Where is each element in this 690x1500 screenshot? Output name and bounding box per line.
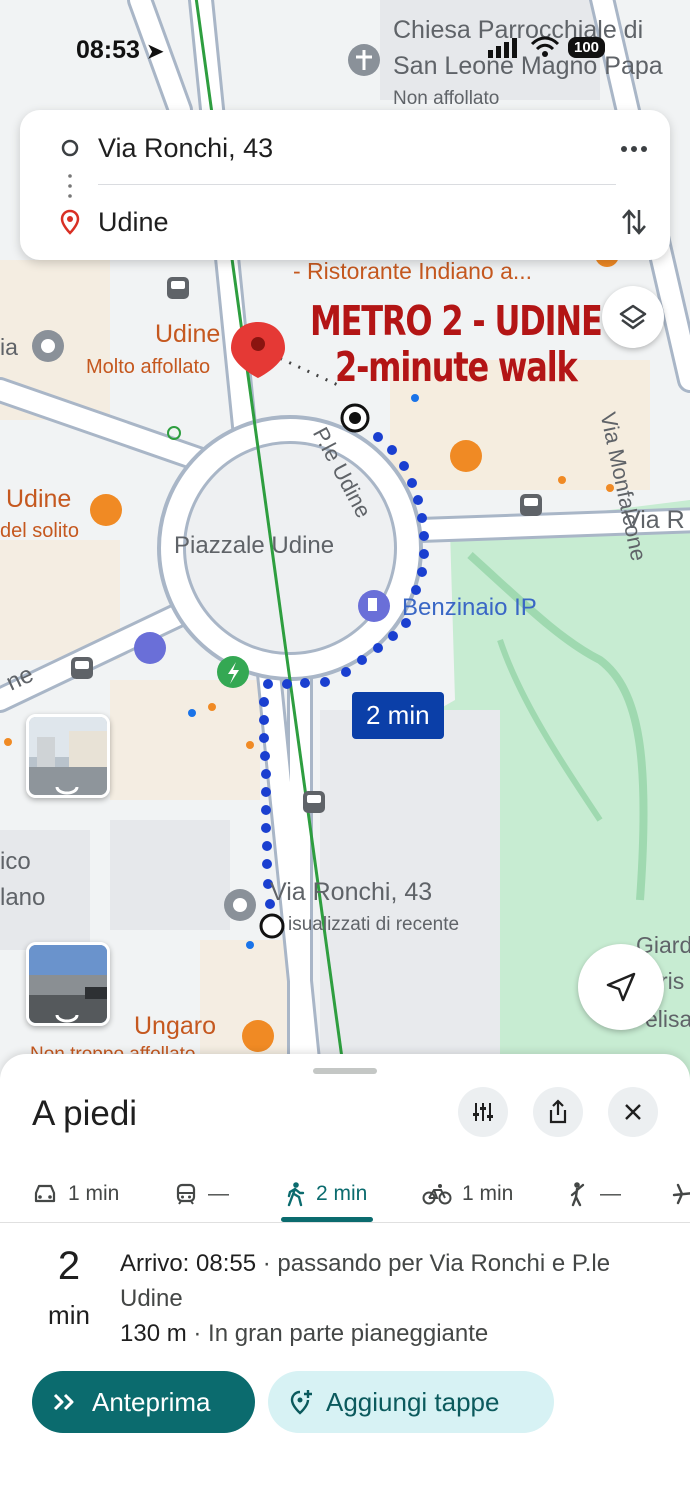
poi-label-lano: lano <box>0 884 46 911</box>
recenter-button[interactable] <box>578 944 664 1030</box>
overlay-line-2: 2-minute walk <box>334 343 578 391</box>
preview-button[interactable]: Anteprima <box>32 1371 255 1433</box>
train-icon <box>176 1183 196 1205</box>
tab-ride[interactable]: — <box>566 1164 621 1224</box>
tab-ride-label: — <box>600 1182 621 1205</box>
sliders-icon <box>473 1103 493 1121</box>
tab-car-label: 1 min <box>68 1182 120 1205</box>
overlay-annotation: METRO 2 - UDINE 2-minute walk <box>292 298 620 390</box>
sheet-grabber[interactable] <box>313 1068 377 1074</box>
battery-icon: 100 <box>568 36 606 58</box>
route-arrival-details[interactable]: Arrivo: 08:55 · passando per Via Ronchi … <box>120 1246 660 1316</box>
eta-value: 2 <box>57 1244 81 1288</box>
udine-pin-label[interactable]: Udine <box>155 320 220 349</box>
route-distance: 130 m <box>120 1320 187 1347</box>
navigation-arrow-icon <box>606 972 636 1002</box>
poi-label-ia: ia <box>0 334 18 360</box>
tab-transit[interactable]: — <box>174 1164 229 1224</box>
tab-car[interactable]: 1 min <box>32 1164 119 1224</box>
street-view-image-1 <box>29 717 107 795</box>
destination-text: Udine <box>98 206 169 237</box>
double-chevron-icon <box>53 1393 74 1411</box>
tab-bike-label: 1 min <box>462 1182 514 1205</box>
udine-crowd-label: Molto affollato <box>86 356 211 378</box>
signal-icon <box>488 38 517 58</box>
street-view-thumbnail-2[interactable] <box>26 942 110 1026</box>
tab-walk[interactable]: 2 min <box>284 1164 367 1224</box>
eta-unit: min <box>48 1300 90 1330</box>
more-options-icon[interactable] <box>620 144 648 154</box>
poi-label-ico: ico <box>0 848 31 875</box>
close-icon <box>625 1104 641 1120</box>
destination-field[interactable]: Udine <box>20 192 670 252</box>
church-crowd-label: Non affollato <box>393 88 500 109</box>
sheet-title: A piedi <box>32 1094 138 1133</box>
tab-transit-label: — <box>208 1182 229 1205</box>
street-view-thumbnail-1[interactable] <box>26 714 110 798</box>
plane-icon <box>672 1183 690 1205</box>
overlay-line-1: METRO 2 - UDINE <box>309 297 603 345</box>
street-view-image-2 <box>29 945 107 1023</box>
walk-icon <box>287 1182 305 1207</box>
piazzale-label: Piazzale Udine <box>174 532 335 559</box>
ride-icon <box>570 1182 585 1207</box>
origin-map-label[interactable]: Via Ronchi, 43 <box>270 878 432 907</box>
fuel-station-label[interactable]: Benzinaio IP <box>402 594 537 622</box>
recent-label: isualizzati di recente <box>288 914 460 935</box>
preview-button-label: Anteprima <box>92 1386 211 1417</box>
origin-text: Via Ronchi, 43 <box>98 132 274 163</box>
route-search-card: Via Ronchi, 43 Udine <box>20 110 670 260</box>
street-label-via-r: Via R <box>624 506 685 534</box>
bike-icon <box>422 1184 452 1205</box>
bar-label[interactable]: Udine <box>6 485 71 514</box>
status-icons: 100 <box>488 36 606 58</box>
route-options-button[interactable] <box>458 1087 508 1137</box>
share-button[interactable] <box>533 1087 583 1137</box>
origin-field[interactable]: Via Ronchi, 43 <box>20 118 670 178</box>
add-stops-button[interactable]: Aggiungi tappe <box>268 1371 554 1433</box>
route-terrain: · In gran parte pianeggiante <box>186 1320 489 1347</box>
location-arrow-icon: ➤ <box>146 41 164 63</box>
tabs-divider <box>0 1222 690 1223</box>
wifi-icon <box>530 36 560 57</box>
destination-pin-icon <box>60 209 80 235</box>
add-location-icon <box>290 1390 312 1415</box>
transport-mode-tabs: 1 min — 2 min 1 min — <box>0 1164 690 1224</box>
add-stops-button-label: Aggiungi tappe <box>326 1386 500 1417</box>
field-divider <box>98 184 616 185</box>
status-time: 08:53 ➤ <box>76 36 164 64</box>
tab-bike[interactable]: 1 min <box>422 1164 513 1224</box>
tab-flight[interactable] <box>672 1164 690 1224</box>
map-view[interactable]: Chiesa Parrocchiale di San Leone Magno P… <box>0 0 690 1080</box>
ungaro-label[interactable]: Ungaro <box>134 1012 216 1041</box>
arrival-time: Arrivo: 08:55 <box>120 1250 257 1277</box>
share-icon <box>549 1099 567 1124</box>
car-icon <box>34 1184 56 1203</box>
origin-circle-icon <box>61 139 79 157</box>
restaurant-label[interactable]: - Ristorante Indiano a... <box>293 258 532 285</box>
layers-icon <box>619 304 647 330</box>
swap-icon[interactable] <box>620 206 648 238</box>
bar-crowd-label: del solito <box>0 520 79 542</box>
close-button[interactable] <box>608 1087 658 1137</box>
tab-walk-label: 2 min <box>316 1182 368 1205</box>
route-distance-details: 130 m · In gran parte pianeggiante <box>120 1320 488 1348</box>
layers-button[interactable] <box>602 286 664 348</box>
route-time-bubble[interactable]: 2 min <box>352 692 444 739</box>
directions-sheet: A piedi 1 min — 2 min 1 min — 2 min Arri… <box>0 1054 690 1500</box>
